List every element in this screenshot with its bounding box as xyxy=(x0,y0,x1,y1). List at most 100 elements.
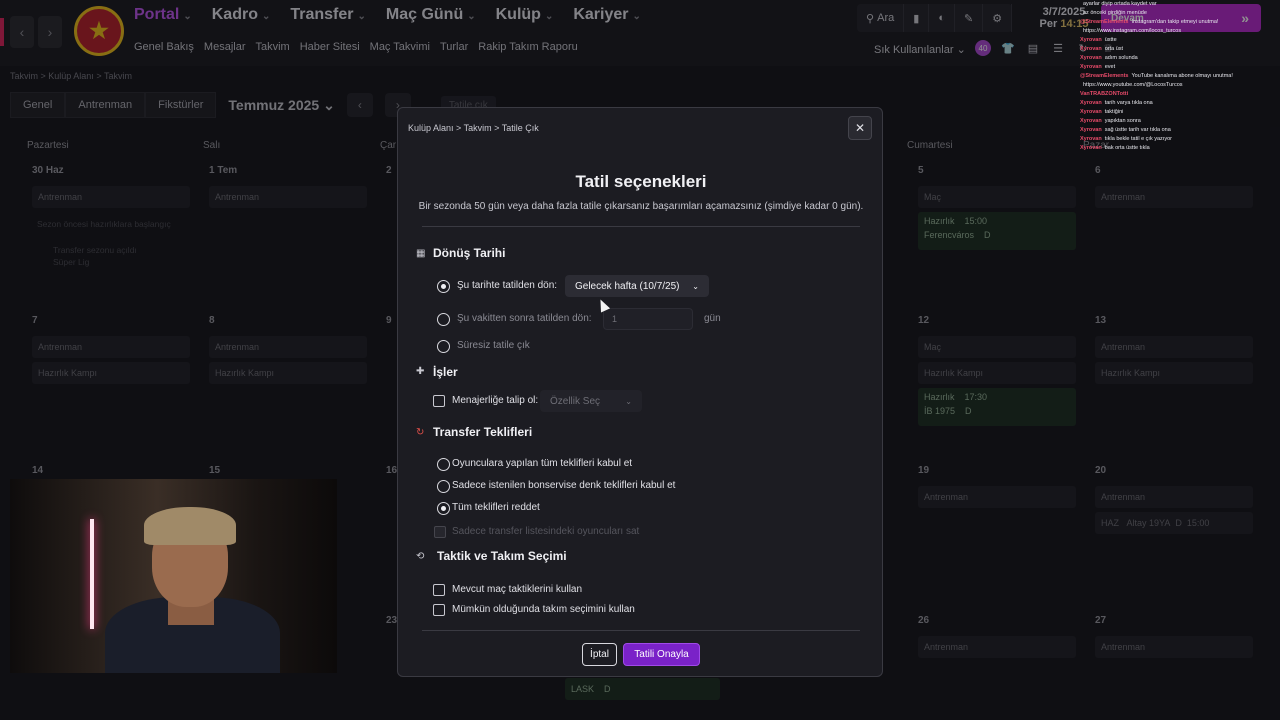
crumb-takvim[interactable]: Takvim xyxy=(464,123,492,133)
chat-text: https://www.youtube.com/@LocosTurcos xyxy=(1083,82,1183,88)
crumb-tatile-cik: Tatile Çık xyxy=(501,123,539,133)
chat-text: taktiğini xyxy=(1104,109,1124,115)
chat-text: Instagram'dan takip etmeyi unutma! xyxy=(1131,19,1219,25)
accept-matching-offers-label: Sadece istenilen bonservise denk teklifl… xyxy=(452,480,676,491)
sell-listed-only-checkbox[interactable] xyxy=(434,526,446,538)
chevron-down-icon: ⌄ xyxy=(692,281,699,291)
chat-text: yapıktan sonra xyxy=(1104,118,1141,124)
chat-username: Xyrovan xyxy=(1080,46,1102,52)
return-after-label: Şu vakitten sonra tatilden dön: xyxy=(457,313,592,324)
indefinite-vacation-label: Süresiz tatile çık xyxy=(457,340,530,351)
job-attribute-select[interactable]: Özellik Seç ⌄ xyxy=(540,390,642,412)
return-date-value: Gelecek hafta (10/7/25) xyxy=(575,280,680,292)
chat-username: Xyrovan xyxy=(1080,64,1102,70)
job-attribute-value: Özellik Seç xyxy=(550,395,601,407)
app-root: ‹ › ★ Portal ⌄ Kadro ⌄ Transfer ⌄ Maç Günü ⌄… xyxy=(0,0,1280,720)
stream-chat-overlay: ayarlar diyip ortada kaydet var az önceki… xyxy=(1080,0,1280,170)
accept-all-offers-radio[interactable] xyxy=(437,458,450,471)
chat-message: Xyrovan evet xyxy=(1080,63,1280,72)
chat-username: @StreamElements xyxy=(1080,19,1129,25)
apply-for-jobs-checkbox[interactable] xyxy=(433,395,445,407)
vacation-modal: Kulüp Alanı > Takvim > Tatile Çık ✕ Tati… xyxy=(397,107,883,677)
chat-text: adım solunda xyxy=(1104,55,1138,61)
use-team-selection-label: Mümkün olduğunda takım seçimini kullan xyxy=(452,604,635,615)
return-on-date-label: Şu tarihte tatilden dön: xyxy=(457,280,558,291)
chat-username: @StreamElements xyxy=(1080,73,1129,79)
modal-subtitle: Bir sezonda 50 gün veya daha fazla tatil… xyxy=(418,201,864,212)
transfer-icon: ↻ xyxy=(416,427,425,438)
chat-text: tıkla bekle tatil e çık yazıyor xyxy=(1104,136,1172,142)
close-icon: ✕ xyxy=(854,121,866,135)
chat-message: @StreamElements Instagram'dan takip etmey… xyxy=(1080,18,1280,27)
neon-light xyxy=(90,519,94,629)
chat-username: Xyrovan xyxy=(1080,109,1102,115)
return-after-days-input[interactable]: 1 xyxy=(603,308,693,330)
chat-text: az önceki girdiğin menüde xyxy=(1083,10,1147,16)
briefcase-icon: ✚ xyxy=(416,366,425,377)
chat-message: Xyrovan orta üst xyxy=(1080,45,1280,54)
webcam-overlay xyxy=(10,479,337,673)
days-unit-label: gün xyxy=(704,313,721,324)
confirm-vacation-button[interactable]: Tatili Onayla xyxy=(623,643,700,666)
chat-username: Xyrovan xyxy=(1080,118,1102,124)
chat-message: Xyrovan sağ üstte tarih var tıkla ona xyxy=(1080,126,1280,135)
sell-listed-only-label: Sadece transfer listesindeki oyuncuları … xyxy=(452,526,640,537)
chat-message: Xyrovan adım solunda xyxy=(1080,54,1280,63)
chat-message: https://www.instagram.com/locos_turcos xyxy=(1080,27,1280,36)
close-button[interactable]: ✕ xyxy=(848,116,872,140)
chevron-down-icon: ⌄ xyxy=(625,396,632,406)
reject-all-offers-label: Tüm teklifleri reddet xyxy=(452,502,540,513)
return-after-radio[interactable] xyxy=(437,313,450,326)
chat-username: Xyrovan xyxy=(1080,100,1102,106)
chat-text: ayarlar diyip ortada kaydet var xyxy=(1083,1,1157,7)
chat-message: https://www.youtube.com/@LocosTurcos xyxy=(1080,81,1280,90)
chat-username: Xyrovan xyxy=(1080,136,1102,142)
modal-title: Tatil seçenekleri xyxy=(575,172,707,191)
use-team-selection-checkbox[interactable] xyxy=(433,604,445,616)
divider xyxy=(422,226,860,227)
calendar-icon: ▦ xyxy=(416,248,426,259)
tactics-icon: ⟲ xyxy=(416,551,425,562)
chat-message: Xyrovan tıkla bekle tatil e çık yazıyor xyxy=(1080,135,1280,144)
use-current-tactics-checkbox[interactable] xyxy=(433,584,445,596)
jobs-heading: İşler xyxy=(433,365,458,379)
streamer-cap xyxy=(144,507,236,545)
divider xyxy=(422,630,860,631)
chat-text: https://www.instagram.com/locos_turcos xyxy=(1083,28,1182,34)
chat-message: Xyrovan yapıktan sonra xyxy=(1080,117,1280,126)
chat-text: YouTube kanalıma abone olmayı unutma! xyxy=(1131,73,1233,79)
chat-username: VanTRABZONTotti xyxy=(1080,91,1129,97)
use-current-tactics-label: Mevcut maç taktiklerini kullan xyxy=(452,584,583,595)
chat-message: Xyrovan üstte xyxy=(1080,36,1280,45)
chat-message: Xyrovan taktiğini xyxy=(1080,108,1280,117)
chat-message: @StreamElements YouTube kanalıma abone ol… xyxy=(1080,72,1280,81)
chat-username: Xyrovan xyxy=(1080,37,1102,43)
accept-all-offers-label: Oyunculara yapılan tüm teklifleri kabul … xyxy=(452,458,633,469)
chat-message: ayarlar diyip ortada kaydet var xyxy=(1080,0,1280,9)
cancel-button[interactable]: İptal xyxy=(582,643,617,666)
return-date-heading: Dönüş Tarihi xyxy=(433,246,506,260)
chat-username: Xyrovan xyxy=(1080,55,1102,61)
chat-text: sağ üstte tarih var tıkla ona xyxy=(1104,127,1171,133)
chat-text: bak orta üstte tıkla xyxy=(1104,145,1150,151)
return-on-date-radio[interactable] xyxy=(437,280,450,293)
chat-message: Xyrovan bak orta üstte tıkla xyxy=(1080,144,1280,153)
chat-username: Xyrovan xyxy=(1080,145,1102,151)
reject-all-offers-radio[interactable] xyxy=(437,502,450,515)
accept-matching-offers-radio[interactable] xyxy=(437,480,450,493)
return-date-select[interactable]: Gelecek hafta (10/7/25) ⌄ xyxy=(565,275,709,297)
transfer-offers-heading: Transfer Teklifleri xyxy=(433,425,533,439)
chat-text: evet xyxy=(1104,64,1116,70)
tactics-heading: Taktik ve Takım Seçimi xyxy=(437,549,567,563)
indefinite-vacation-radio[interactable] xyxy=(437,340,450,353)
chat-text: üstte xyxy=(1104,37,1117,43)
chat-message: az önceki girdiğin menüde xyxy=(1080,9,1280,18)
chat-message: VanTRABZONTotti xyxy=(1080,90,1280,99)
chat-text: orta üst xyxy=(1104,46,1124,52)
chat-text: tarih varya tıkla ona xyxy=(1104,100,1153,106)
modal-breadcrumb: Kulüp Alanı > Takvim > Tatile Çık xyxy=(408,123,539,133)
crumb-kulup-alani[interactable]: Kulüp Alanı xyxy=(408,123,454,133)
chat-message: Xyrovan tarih varya tıkla ona xyxy=(1080,99,1280,108)
chat-username: Xyrovan xyxy=(1080,127,1102,133)
apply-for-jobs-label: Menajerliğe talip ol: xyxy=(452,395,539,406)
